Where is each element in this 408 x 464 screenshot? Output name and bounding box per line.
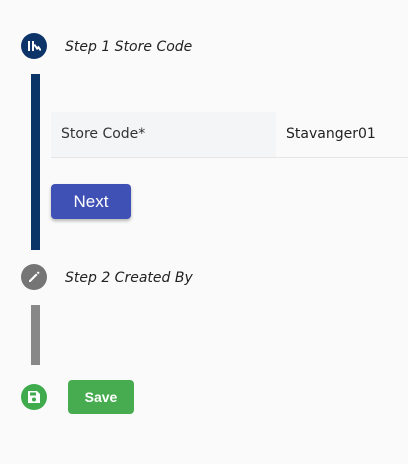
pencil-icon bbox=[29, 271, 40, 282]
step1-title: Step 1 Store Code bbox=[65, 39, 193, 55]
step1-indicator bbox=[21, 33, 47, 59]
store-code-label: Store Code* bbox=[51, 112, 276, 157]
step2-connector bbox=[31, 305, 40, 365]
stepper-form: Step 1 Store Code Store Code* Stavanger0… bbox=[0, 0, 408, 464]
store-code-input[interactable]: Stavanger01 bbox=[276, 112, 408, 157]
next-button[interactable]: Next bbox=[51, 184, 131, 219]
save-indicator bbox=[21, 384, 47, 410]
sliders-icon bbox=[28, 41, 41, 52]
step2-indicator bbox=[21, 264, 47, 290]
floppy-disk-icon bbox=[28, 391, 40, 403]
step2-title: Step 2 Created By bbox=[65, 270, 193, 286]
save-button[interactable]: Save bbox=[68, 380, 134, 414]
step1-connector bbox=[31, 74, 40, 250]
store-code-row: Store Code* Stavanger01 bbox=[51, 112, 408, 158]
